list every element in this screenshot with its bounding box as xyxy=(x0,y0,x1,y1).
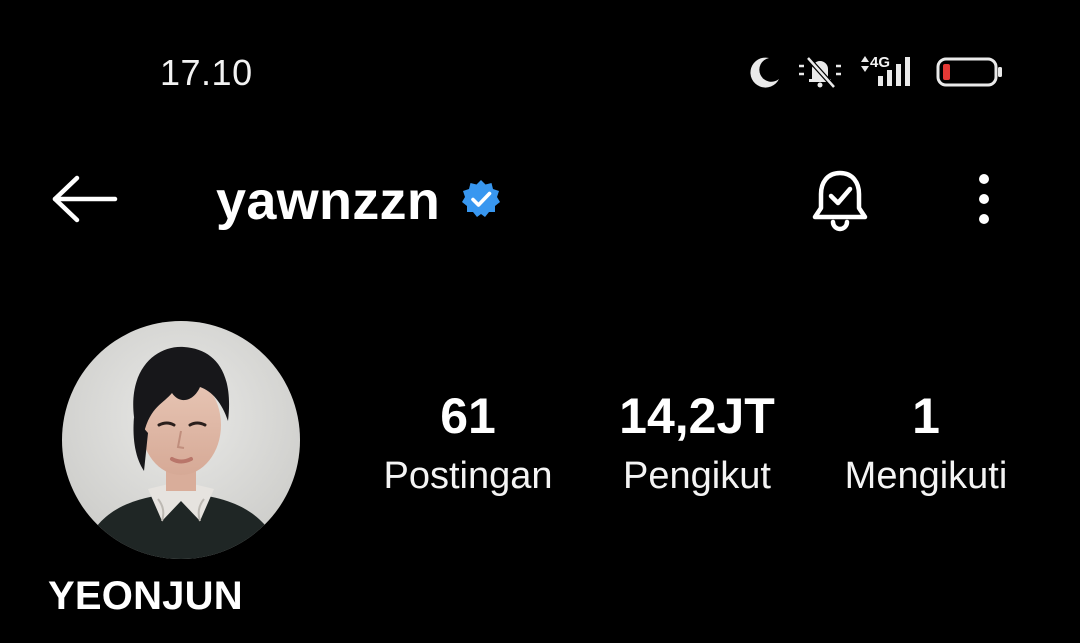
stat-followers-value: 14,2JT xyxy=(619,388,775,444)
notifications-bell-button[interactable] xyxy=(804,166,876,238)
stat-posts-label: Postingan xyxy=(383,455,553,497)
stat-followers-label: Pengikut xyxy=(623,455,771,497)
network-type-label: 4G xyxy=(870,54,891,71)
profile-photo xyxy=(62,321,300,559)
moon-icon xyxy=(748,55,782,89)
back-arrow-icon xyxy=(49,174,119,229)
more-vertical-icon xyxy=(977,173,991,230)
username: yawnzzn xyxy=(216,171,441,231)
signal-icon: 4G xyxy=(858,52,922,92)
more-options-button[interactable] xyxy=(962,170,1006,232)
profile-header-title: yawnzzn xyxy=(216,166,502,236)
verified-badge-icon xyxy=(460,178,502,225)
stat-following-label: Mengikuti xyxy=(844,455,1008,497)
bell-check-icon xyxy=(808,167,872,238)
avatar[interactable] xyxy=(62,321,300,559)
status-time: 17.10 xyxy=(160,52,253,93)
back-button[interactable] xyxy=(46,168,122,234)
stat-posts-value: 61 xyxy=(440,388,496,444)
stat-followers[interactable]: 14,2JT Pengikut xyxy=(606,388,788,498)
status-icons: 4G xyxy=(748,52,1004,92)
stat-following[interactable]: 1 Mengikuti xyxy=(828,388,1024,498)
battery-low-icon xyxy=(936,56,1004,88)
bell-off-icon xyxy=(796,54,844,90)
display-name: YEONJUN xyxy=(48,574,243,618)
stat-following-value: 1 xyxy=(912,388,940,444)
stat-posts[interactable]: 61 Postingan xyxy=(368,388,568,498)
